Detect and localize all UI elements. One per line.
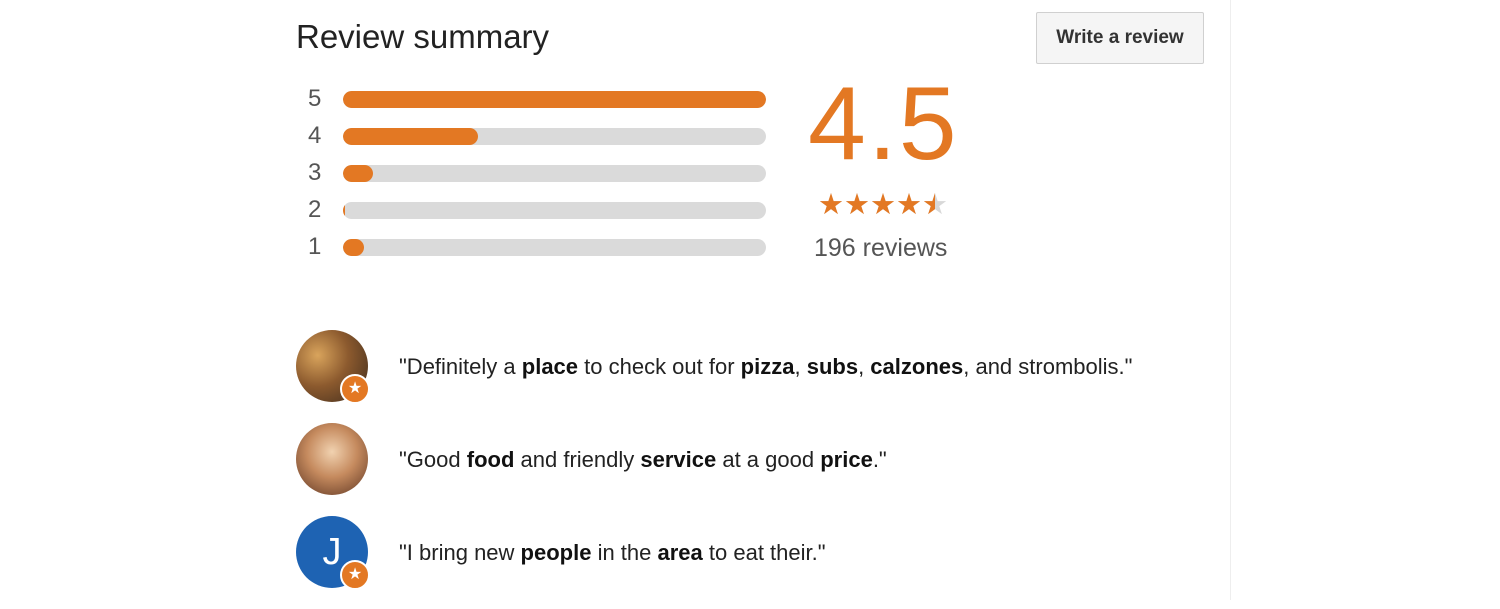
histogram-bar-fill bbox=[343, 239, 365, 256]
quote-text: "Definitely a bbox=[399, 354, 522, 379]
review-snippet[interactable]: "Good food and friendly service at a goo… bbox=[296, 423, 1226, 516]
histogram-star-label: 2 bbox=[308, 196, 322, 223]
histogram-bar-track bbox=[343, 239, 766, 256]
histogram-row-2[interactable]: 2 bbox=[300, 193, 780, 230]
histogram-row-3[interactable]: 3 bbox=[300, 156, 780, 193]
review-quote: "I bring new people in the area to eat t… bbox=[399, 540, 826, 566]
review-snippet[interactable]: J ★ "I bring new people in the area to e… bbox=[296, 516, 1226, 609]
histogram-bar-track bbox=[343, 91, 766, 108]
histogram-star-label: 4 bbox=[308, 122, 322, 149]
local-guide-star-badge-icon: ★ bbox=[340, 374, 370, 404]
histogram-star-label: 3 bbox=[308, 159, 322, 186]
quote-text: , bbox=[858, 354, 871, 379]
histogram-bar-track bbox=[343, 165, 766, 182]
highlighted-keyword: area bbox=[657, 540, 703, 565]
avatar-photo bbox=[296, 423, 368, 495]
star-icon: ★ ★ bbox=[844, 189, 870, 221]
average-rating: 4.5 bbox=[808, 66, 959, 182]
histogram-star-label: 5 bbox=[308, 85, 322, 112]
quote-text: "Good bbox=[399, 447, 467, 472]
histogram-bar-fill bbox=[343, 91, 766, 108]
avatar[interactable]: J ★ bbox=[296, 516, 370, 590]
quote-text: "I bring new bbox=[399, 540, 521, 565]
quote-text: and friendly bbox=[514, 447, 641, 472]
histogram-bar-track bbox=[343, 128, 766, 145]
histogram-row-5[interactable]: 5 bbox=[300, 82, 780, 119]
quote-text: , and strombolis." bbox=[963, 354, 1133, 379]
quote-text: to check out for bbox=[578, 354, 741, 379]
highlighted-keyword: subs bbox=[806, 354, 859, 379]
local-guide-star-badge-icon: ★ bbox=[340, 560, 370, 590]
highlighted-keyword: calzones bbox=[870, 354, 964, 379]
quote-text: , bbox=[794, 354, 807, 379]
quote-text: at a good bbox=[716, 447, 821, 472]
star-icon: ★ ★ bbox=[870, 189, 896, 221]
highlighted-keyword: service bbox=[640, 447, 717, 472]
highlighted-keyword: pizza bbox=[740, 354, 795, 379]
avatar[interactable] bbox=[296, 423, 368, 495]
histogram-bar-fill bbox=[343, 165, 373, 182]
star-half-icon: ★★ bbox=[922, 189, 948, 221]
panel-divider bbox=[1230, 0, 1231, 600]
page-title: Review summary bbox=[296, 18, 550, 55]
quote-text: to eat their." bbox=[702, 540, 826, 565]
quote-text: ." bbox=[872, 447, 887, 472]
histogram-star-label: 1 bbox=[308, 233, 322, 260]
histogram-bar-fill bbox=[343, 128, 479, 145]
highlighted-keyword: price bbox=[820, 447, 873, 472]
star-icon: ★ ★ bbox=[818, 189, 844, 221]
histogram-bar-fill bbox=[343, 202, 346, 219]
review-quote: "Definitely a place to check out for piz… bbox=[399, 354, 1132, 380]
rating-histogram: 5 4 3 2 1 bbox=[300, 82, 780, 267]
quote-text: in the bbox=[591, 540, 658, 565]
review-count-link[interactable]: 196 reviews bbox=[814, 234, 947, 263]
star-rating: ★★ ★★ ★★ ★★ ★★ bbox=[818, 190, 948, 220]
highlighted-keyword: place bbox=[521, 354, 579, 379]
histogram-bar-track bbox=[343, 202, 766, 219]
review-snippets: ★ "Definitely a place to check out for p… bbox=[296, 330, 1226, 609]
histogram-row-4[interactable]: 4 bbox=[300, 119, 780, 156]
avatar[interactable]: ★ bbox=[296, 330, 370, 404]
highlighted-keyword: people bbox=[520, 540, 592, 565]
review-snippet[interactable]: ★ "Definitely a place to check out for p… bbox=[296, 330, 1226, 423]
review-quote: "Good food and friendly service at a goo… bbox=[399, 447, 887, 473]
histogram-row-1[interactable]: 1 bbox=[300, 230, 780, 267]
highlighted-keyword: food bbox=[466, 447, 515, 472]
star-icon: ★ ★ bbox=[896, 189, 922, 221]
write-review-button[interactable]: Write a review bbox=[1036, 12, 1204, 64]
